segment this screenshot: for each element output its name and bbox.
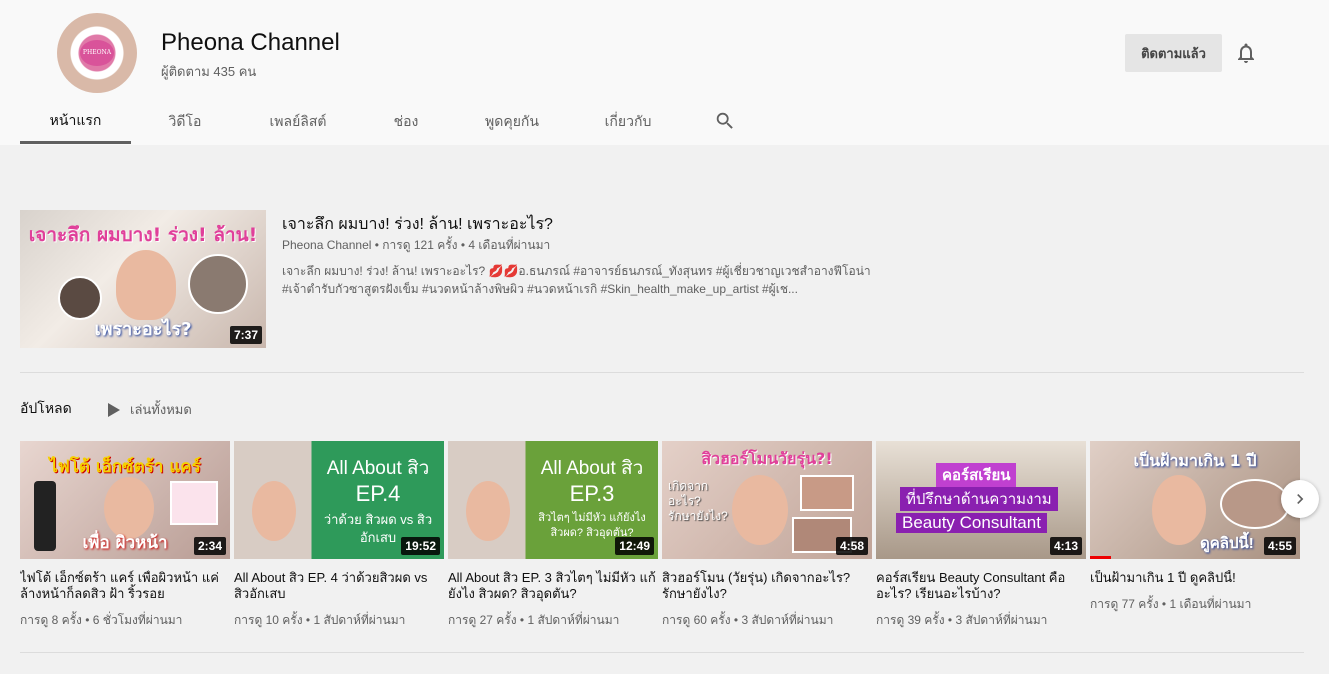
thumb-text-bottom: Beauty Consultant <box>896 513 1047 533</box>
video-thumbnail[interactable]: All About สิว EP.4 ว่าด้วย สิวผด vs สิวอ… <box>234 441 444 559</box>
thumb-person <box>116 250 176 320</box>
video-title[interactable]: ไฟโต้ เอ็กซ์ตร้า แคร์ เพื่อผิวหน้า แค่ล้… <box>20 570 230 602</box>
description-line: #เจ้าตำรับกัวซาสูตรฝังเข็ม #นวดหน้าล้างพ… <box>282 282 798 296</box>
video-card[interactable]: เป็นฝ้ามาเกิน 1 ปี ดูคลิปนี้! 4:55 เป็นฝ… <box>1090 441 1300 630</box>
video-title[interactable]: All About สิว EP. 4 ว่าด้วยสิวผด vs สิวอ… <box>234 570 444 602</box>
watch-progress <box>1090 556 1111 559</box>
tab-channels[interactable]: ช่อง <box>361 100 451 144</box>
tab-home[interactable]: หน้าแรก <box>20 100 131 144</box>
thumb-text-mid: EP.4 <box>355 481 401 506</box>
subscribed-button[interactable]: ติดตามแล้ว <box>1125 34 1222 72</box>
bell-icon[interactable] <box>1234 41 1258 65</box>
video-title[interactable]: All About สิว EP. 3 สิวไตๆ ไม่มีหัว แก้ย… <box>448 570 658 602</box>
video-thumbnail[interactable]: ไฟโต้ เอ็กซ์ตร้า แคร์ เพื่อ ผิวหน้า 2:34 <box>20 441 230 559</box>
section-divider <box>20 652 1304 653</box>
subscriber-count: ผู้ติดตาม 435 คน <box>161 64 257 79</box>
section-divider <box>20 372 1304 373</box>
play-icon <box>108 402 120 417</box>
video-thumbnail[interactable]: All About สิว EP.3 สิวไตๆ ไม่มีหัว แก้ยั… <box>448 441 658 559</box>
video-meta: การดู 39 ครั้ง • 3 สัปดาห์ที่ผ่านมา <box>876 613 1048 627</box>
featured-title[interactable]: เจาะลึก ผมบาง! ร่วง! ล้าน! เพราะอะไร? <box>282 212 553 237</box>
video-title[interactable]: สิวฮอร์โมน (วัยรุ่น) เกิดจากอะไร? รักษาย… <box>662 570 872 602</box>
duration-badge: 7:37 <box>229 326 262 344</box>
channel-name: Pheona Channel <box>161 29 340 56</box>
thumb-text-top: สิวฮอร์โมนวัยรุ่น?! <box>701 449 833 468</box>
duration-badge: 4:13 <box>1049 537 1082 555</box>
duration-badge: 4:58 <box>835 537 868 555</box>
thumb-text-top: เจาะลึก ผมบาง! ร่วง! ล้าน! <box>28 224 258 246</box>
thumb-person <box>1152 475 1206 545</box>
thumb-text-mid: EP.3 <box>569 481 615 506</box>
thumb-inset <box>170 481 218 525</box>
chevron-right-icon <box>1297 494 1304 504</box>
play-all-button[interactable]: เล่นทั้งหมด <box>108 399 192 420</box>
video-meta: การดู 8 ครั้ง • 6 ชั่วโมงที่ผ่านมา <box>20 613 183 627</box>
thumb-person <box>732 475 788 545</box>
video-thumbnail[interactable]: เป็นฝ้ามาเกิน 1 ปี ดูคลิปนี้! 4:55 <box>1090 441 1300 559</box>
thumb-inset <box>800 475 854 511</box>
video-card[interactable]: ไฟโต้ เอ็กซ์ตร้า แคร์ เพื่อ ผิวหน้า 2:34… <box>20 441 230 630</box>
video-card[interactable]: All About สิว EP.3 สิวไตๆ ไม่มีหัว แก้ยั… <box>448 441 658 630</box>
video-card[interactable]: คอร์สเรียน ที่ปรึกษาด้านความงาม Beauty C… <box>876 441 1086 630</box>
thumb-text-bottom: เกิดจากอะไร? รักษายังไง? <box>668 479 728 523</box>
tab-videos[interactable]: วิดีโอ <box>135 100 235 144</box>
video-thumbnail[interactable]: สิวฮอร์โมนวัยรุ่น?! เกิดจากอะไร? รักษายั… <box>662 441 872 559</box>
thumb-person <box>252 481 296 541</box>
featured-description: เจาะลึก ผมบาง! ร่วง! ล้าน! เพราะอะไร? 💋💋… <box>282 262 902 298</box>
duration-badge: 19:52 <box>401 537 440 555</box>
thumb-text-bottom: ดูคลิปนี้! <box>1200 535 1254 552</box>
thumb-text-top: คอร์สเรียน <box>936 463 1017 487</box>
thumb-text-top: เป็นฝ้ามาเกิน 1 ปี <box>1133 451 1257 470</box>
channel-header: PHEONA Pheona Channel ผู้ติดตาม 435 คน ต… <box>0 0 1329 145</box>
uploads-heading[interactable]: อัปโหลด <box>20 398 72 420</box>
channel-logo: PHEONA <box>80 40 114 66</box>
channel-avatar[interactable]: PHEONA <box>57 13 137 93</box>
thumb-text-top: All About สิว <box>326 458 430 479</box>
duration-badge: 2:34 <box>193 537 226 555</box>
video-title[interactable]: คอร์สเรียน Beauty Consultant คืออะไร? เร… <box>876 570 1086 602</box>
video-meta: การดู 10 ครั้ง • 1 สัปดาห์ที่ผ่านมา <box>234 613 406 627</box>
featured-video[interactable]: เจาะลึก ผมบาง! ร่วง! ล้าน! เพราะอะไร? 7:… <box>20 210 266 348</box>
play-all-label: เล่นทั้งหมด <box>130 402 192 417</box>
video-meta: การดู 60 ครั้ง • 3 สัปดาห์ที่ผ่านมา <box>662 613 834 627</box>
video-thumbnail[interactable]: คอร์สเรียน ที่ปรึกษาด้านความงาม Beauty C… <box>876 441 1086 559</box>
thumb-text-top: All About สิว <box>540 458 644 479</box>
thumb-hair-circle <box>188 254 248 314</box>
video-meta: การดู 77 ครั้ง • 1 เดือนที่ผ่านมา <box>1090 597 1252 611</box>
search-icon[interactable] <box>714 110 736 132</box>
tab-playlists[interactable]: เพลย์ลิสต์ <box>235 100 361 144</box>
duration-badge: 4:55 <box>1263 537 1296 555</box>
video-card[interactable]: สิวฮอร์โมนวัยรุ่น?! เกิดจากอะไร? รักษายั… <box>662 441 872 630</box>
thumb-person <box>466 481 510 541</box>
thumb-text-top: ไฟโต้ เอ็กซ์ตร้า แคร์ <box>49 457 201 477</box>
tab-discussion[interactable]: พูดคุยกัน <box>451 100 573 144</box>
video-meta: การดู 27 ครั้ง • 1 สัปดาห์ที่ผ่านมา <box>448 613 620 627</box>
description-line: เจาะลึก ผมบาง! ร่วง! ล้าน! เพราะอะไร? 💋💋… <box>282 264 871 278</box>
thumb-text-mid: ที่ปรึกษาด้านความงาม <box>900 487 1058 511</box>
featured-meta: Pheona Channel • การดู 121 ครั้ง • 4 เดื… <box>282 238 551 252</box>
tab-about[interactable]: เกี่ยวกับ <box>573 100 683 144</box>
shelf-next-button[interactable] <box>1281 480 1319 518</box>
thumb-inset <box>1220 479 1290 529</box>
video-card[interactable]: All About สิว EP.4 ว่าด้วย สิวผด vs สิวอ… <box>234 441 444 630</box>
featured-thumbnail[interactable]: เจาะลึก ผมบาง! ร่วง! ล้าน! เพราะอะไร? 7:… <box>20 210 266 348</box>
duration-badge: 12:49 <box>615 537 654 555</box>
channel-tabs: หน้าแรก วิดีโอ เพลย์ลิสต์ ช่อง พูดคุยกัน… <box>20 100 683 145</box>
uploads-shelf: ไฟโต้ เอ็กซ์ตร้า แคร์ เพื่อ ผิวหน้า 2:34… <box>20 441 1300 630</box>
